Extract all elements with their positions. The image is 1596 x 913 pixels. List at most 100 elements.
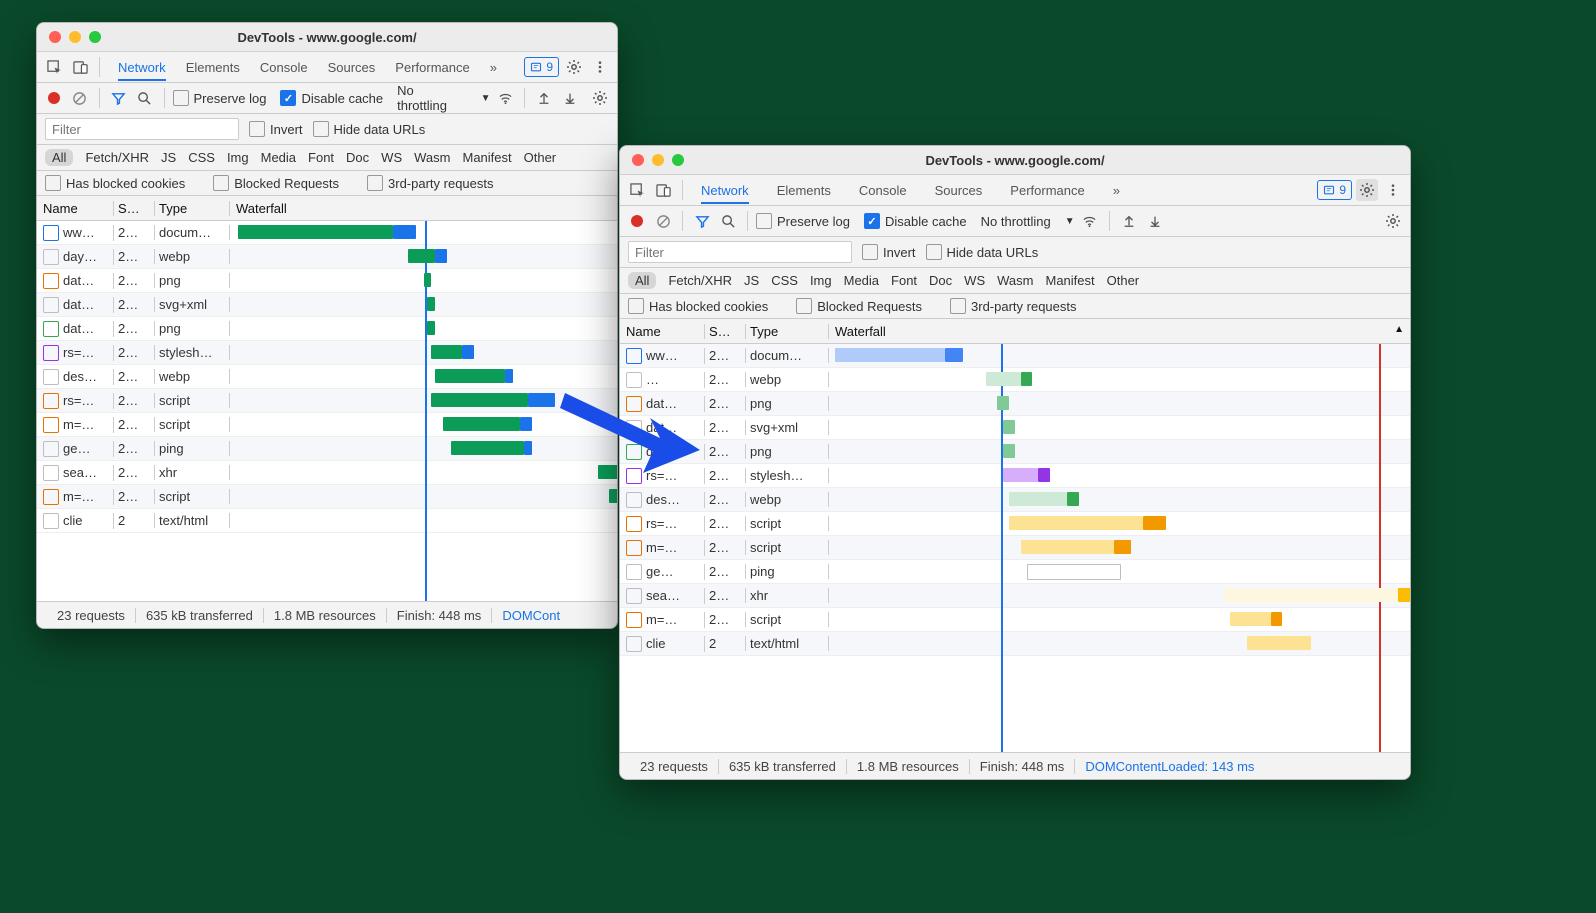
tab-more[interactable]: »	[490, 60, 497, 75]
col-type[interactable]: Type	[155, 201, 230, 216]
inspect-icon[interactable]	[626, 179, 648, 201]
blocked-cookies-checkbox[interactable]: Has blocked cookies	[45, 175, 185, 191]
maximize-icon[interactable]	[89, 31, 101, 43]
download-icon[interactable]	[559, 87, 581, 109]
col-type[interactable]: Type	[746, 324, 829, 339]
table-row[interactable]: day…2…webp	[37, 245, 617, 269]
col-status[interactable]: S…	[705, 324, 746, 339]
wifi-icon[interactable]	[1079, 210, 1101, 232]
minimize-icon[interactable]	[652, 154, 664, 166]
table-row[interactable]: rs=…2…stylesh…	[37, 341, 617, 365]
table-row[interactable]: m=…2…script	[620, 536, 1410, 560]
clear-button[interactable]	[69, 87, 91, 109]
table-row[interactable]: rs=…2…stylesh…	[620, 464, 1410, 488]
filter-css[interactable]: CSS	[771, 273, 798, 288]
request-rows[interactable]: ww…2…docum……2…webpdat…2…pngdat…2…svg+xml…	[620, 344, 1410, 752]
search-icon[interactable]	[134, 87, 156, 109]
third-party-checkbox[interactable]: 3rd-party requests	[950, 298, 1077, 314]
table-row[interactable]: dat…2…svg+xml	[620, 416, 1410, 440]
filter-css[interactable]: CSS	[188, 150, 215, 165]
filter-wasm[interactable]: Wasm	[997, 273, 1033, 288]
disable-cache-checkbox[interactable]: Disable cache	[280, 90, 383, 106]
tab-elements[interactable]: Elements	[777, 183, 831, 198]
inspect-icon[interactable]	[43, 56, 65, 78]
table-row[interactable]: dat…2…png	[620, 440, 1410, 464]
tab-console[interactable]: Console	[859, 183, 907, 198]
filter-fetch[interactable]: Fetch/XHR	[668, 273, 732, 288]
filter-ws[interactable]: WS	[381, 150, 402, 165]
filter-doc[interactable]: Doc	[346, 150, 369, 165]
filter-input[interactable]	[628, 241, 852, 263]
filter-doc[interactable]: Doc	[929, 273, 952, 288]
table-row[interactable]: ge…2…ping	[620, 560, 1410, 584]
col-waterfall[interactable]: Waterfall▲	[829, 324, 1410, 339]
table-row[interactable]: dat…2…svg+xml	[37, 293, 617, 317]
tab-sources[interactable]: Sources	[328, 60, 376, 75]
record-button[interactable]	[43, 87, 65, 109]
table-row[interactable]: dat…2…png	[37, 269, 617, 293]
third-party-checkbox[interactable]: 3rd-party requests	[367, 175, 494, 191]
device-icon[interactable]	[652, 179, 674, 201]
table-row[interactable]: des…2…webp	[37, 365, 617, 389]
table-row[interactable]: rs=…2…script	[620, 512, 1410, 536]
maximize-icon[interactable]	[672, 154, 684, 166]
tab-elements[interactable]: Elements	[186, 60, 240, 75]
download-icon[interactable]	[1144, 210, 1166, 232]
table-row[interactable]: …2…webp	[620, 368, 1410, 392]
traffic-lights[interactable]	[620, 154, 684, 166]
issues-badge[interactable]: 9	[1317, 180, 1352, 200]
col-name[interactable]: Name	[37, 201, 114, 216]
settings-icon[interactable]	[1356, 179, 1378, 201]
record-button[interactable]	[626, 210, 648, 232]
table-row[interactable]: ww…2…docum…	[37, 221, 617, 245]
settings-icon[interactable]	[563, 56, 585, 78]
table-row[interactable]: dat…2…png	[37, 317, 617, 341]
filter-all[interactable]: All	[45, 149, 73, 166]
col-waterfall[interactable]: Waterfall	[230, 201, 617, 216]
filter-other[interactable]: Other	[524, 150, 557, 165]
blocked-requests-checkbox[interactable]: Blocked Requests	[796, 298, 922, 314]
table-row[interactable]: m=…2…script	[620, 608, 1410, 632]
filter-input[interactable]	[45, 118, 239, 140]
tab-sources[interactable]: Sources	[935, 183, 983, 198]
tab-performance[interactable]: Performance	[395, 60, 469, 75]
clear-button[interactable]	[652, 210, 674, 232]
issues-badge[interactable]: 9	[524, 57, 559, 77]
filter-js[interactable]: JS	[744, 273, 759, 288]
wifi-icon[interactable]	[495, 87, 517, 109]
col-name[interactable]: Name	[620, 324, 705, 339]
filter-font[interactable]: Font	[891, 273, 917, 288]
filter-all[interactable]: All	[628, 272, 656, 289]
upload-icon[interactable]	[1118, 210, 1140, 232]
hide-data-urls-checkbox[interactable]: Hide data URLs	[926, 244, 1039, 260]
filter-icon[interactable]	[691, 210, 713, 232]
table-row[interactable]: ww…2…docum…	[620, 344, 1410, 368]
settings-icon[interactable]	[1382, 210, 1404, 232]
table-row[interactable]: sea…2…xhr	[620, 584, 1410, 608]
tab-network[interactable]: Network	[701, 183, 749, 204]
minimize-icon[interactable]	[69, 31, 81, 43]
disable-cache-checkbox[interactable]: Disable cache	[864, 213, 967, 229]
blocked-requests-checkbox[interactable]: Blocked Requests	[213, 175, 339, 191]
filter-media[interactable]: Media	[261, 150, 296, 165]
table-row[interactable]: m=…2…script	[37, 485, 617, 509]
more-icon[interactable]	[589, 56, 611, 78]
hide-data-urls-checkbox[interactable]: Hide data URLs	[313, 121, 426, 137]
device-icon[interactable]	[69, 56, 91, 78]
tab-more[interactable]: »	[1113, 183, 1120, 198]
more-icon[interactable]	[1382, 179, 1404, 201]
table-row[interactable]: clie2text/html	[37, 509, 617, 533]
filter-manifest[interactable]: Manifest	[1045, 273, 1094, 288]
upload-icon[interactable]	[533, 87, 555, 109]
col-status[interactable]: S…	[114, 201, 155, 216]
preserve-log-checkbox[interactable]: Preserve log	[756, 213, 850, 229]
traffic-lights[interactable]	[37, 31, 101, 43]
close-icon[interactable]	[632, 154, 644, 166]
filter-media[interactable]: Media	[844, 273, 879, 288]
invert-checkbox[interactable]: Invert	[862, 244, 916, 260]
preserve-log-checkbox[interactable]: Preserve log	[173, 90, 267, 106]
table-row[interactable]: rs=…2…script	[37, 389, 617, 413]
tab-console[interactable]: Console	[260, 60, 308, 75]
tab-performance[interactable]: Performance	[1010, 183, 1084, 198]
table-row[interactable]: dat…2…png	[620, 392, 1410, 416]
